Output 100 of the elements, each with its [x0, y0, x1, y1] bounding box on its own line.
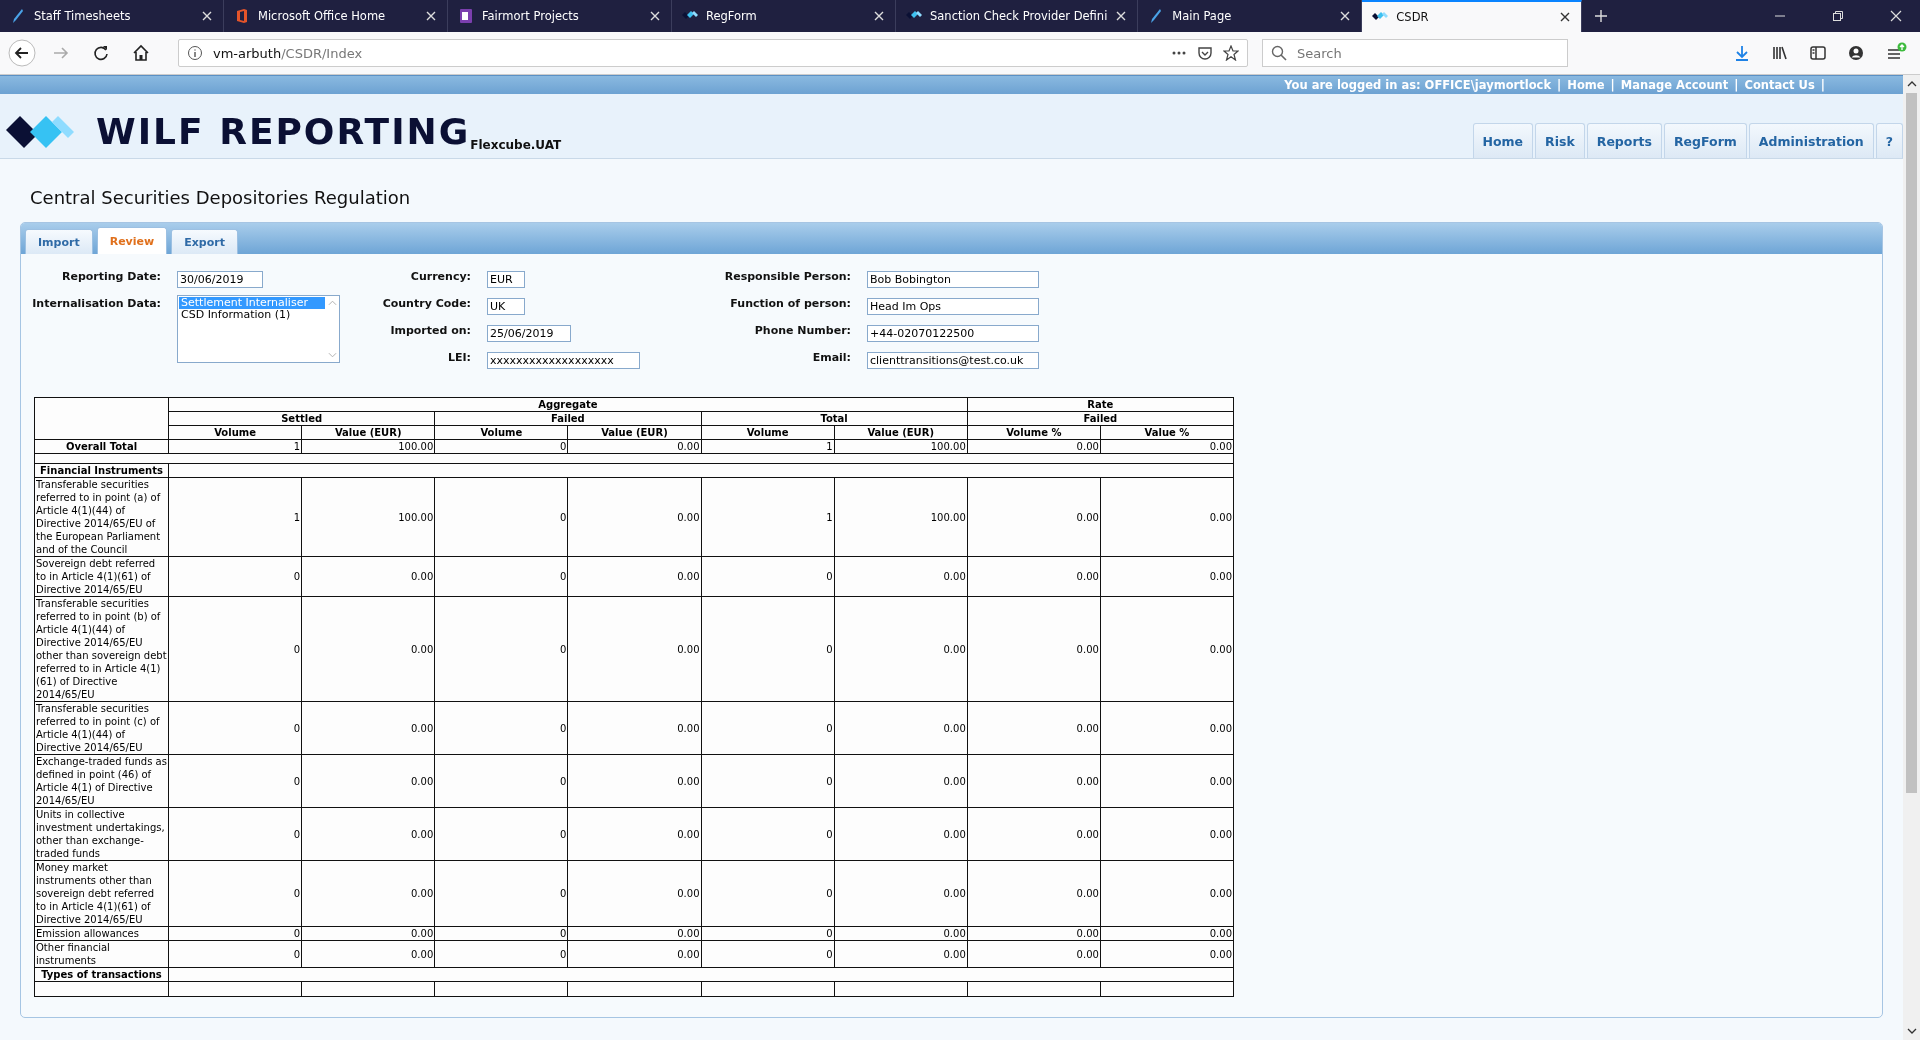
- home-icon[interactable]: [131, 43, 151, 63]
- row-label: Sovereign debt referred to in Article 4(1)(61) of Directive 2014/65/EU: [34, 556, 169, 597]
- nav-tab[interactable]: Reports: [1586, 123, 1662, 158]
- field-label: Phone Number:: [753, 323, 851, 339]
- subgroup-header: Settled: [168, 411, 435, 426]
- table-cell: 0: [701, 556, 835, 597]
- field-label: Country Code:: [381, 296, 471, 312]
- nav-tab[interactable]: Risk: [1535, 123, 1585, 158]
- library-icon[interactable]: [1771, 44, 1789, 62]
- address-bar[interactable]: vm-arbuth/CSDR/Index: [178, 39, 1248, 67]
- field-label: Email:: [811, 350, 851, 366]
- table-cell: 0.00: [301, 596, 435, 702]
- tab-title: RegForm: [706, 9, 758, 23]
- field-label: Currency:: [409, 269, 471, 285]
- table-cell: 0.00: [301, 860, 435, 927]
- table-cell: 0.00: [567, 556, 701, 597]
- column-header: Value (EUR): [834, 425, 968, 440]
- table-cell: 0: [701, 860, 835, 927]
- scrollbar[interactable]: [1903, 75, 1920, 1040]
- close-icon[interactable]: [1559, 11, 1572, 23]
- input-field[interactable]: 25/06/2019: [487, 325, 571, 342]
- input-field[interactable]: Head Im Ops: [867, 298, 1039, 315]
- table-cell: 0: [701, 807, 835, 861]
- nav-tab[interactable]: Home: [1472, 123, 1534, 158]
- input-field[interactable]: +44-02070122500: [867, 325, 1039, 342]
- search-icon: [1271, 45, 1287, 61]
- table-cell: 0.00: [834, 701, 968, 755]
- office-icon: [234, 8, 250, 24]
- field-label: Responsible Person:: [723, 269, 851, 285]
- table-cell: 0.00: [967, 860, 1101, 927]
- scroll-down-icon[interactable]: [1906, 1028, 1917, 1034]
- browser-tab[interactable]: CSDR: [1362, 0, 1583, 32]
- back-icon[interactable]: [8, 39, 36, 67]
- table-cell: 0.00: [301, 556, 435, 597]
- nav-tab[interactable]: ?: [1875, 123, 1903, 158]
- tab-title: Fairmort Projects: [482, 9, 580, 23]
- table-cell: 0: [168, 860, 302, 927]
- sidebar-icon[interactable]: [1809, 44, 1827, 62]
- nav-tab[interactable]: RegForm: [1663, 123, 1747, 158]
- table-cell: 0.00: [567, 596, 701, 702]
- input-field[interactable]: clienttransitions@test.co.uk: [867, 352, 1039, 369]
- table-cell: 0: [434, 807, 568, 861]
- table-cell: 0.00: [1100, 439, 1234, 454]
- table-cell: 0.00: [967, 477, 1101, 557]
- download-icon[interactable]: [1733, 44, 1751, 62]
- pocket-icon[interactable]: [1197, 45, 1213, 61]
- nav-tab[interactable]: Administration: [1748, 123, 1874, 158]
- table-cell: 100.00: [301, 439, 435, 454]
- tab[interactable]: Export: [171, 229, 238, 254]
- table-cell: 0: [701, 701, 835, 755]
- subgroup-header: Failed: [434, 411, 701, 426]
- table-cell: 0.00: [567, 940, 701, 968]
- separator-text: |: [1610, 78, 1615, 92]
- info-icon[interactable]: [187, 45, 203, 61]
- table-cell: 0.00: [567, 439, 701, 454]
- star-icon[interactable]: [1223, 45, 1239, 61]
- list-box[interactable]: Settlement Internaliser CSD Information (1): [177, 295, 340, 363]
- search-field[interactable]: Search: [1295, 44, 1559, 62]
- table-cell: 0: [168, 754, 302, 808]
- table-cell: 0: [434, 926, 568, 941]
- table-cell: 100.00: [301, 477, 435, 557]
- tab[interactable]: Import: [25, 229, 93, 254]
- table-cell: 1: [701, 477, 835, 557]
- input-field[interactable]: EUR: [487, 271, 525, 288]
- table-cell: 0.00: [1100, 556, 1234, 597]
- restore-icon[interactable]: [1832, 10, 1844, 22]
- table-cell: 0.00: [967, 940, 1101, 968]
- table-cell: 0.00: [1100, 596, 1234, 702]
- field-label: Imported on:: [389, 323, 471, 339]
- table-cell: 0.00: [967, 439, 1101, 454]
- row-label: Transferable securities referred to in point (a) of Article 4(1)(44) of Directive 2014/65/EU of the European Parliament and of the Council: [34, 477, 169, 557]
- table-cell: 0.00: [567, 807, 701, 861]
- column-header: Volume %: [967, 425, 1101, 440]
- input-field[interactable]: Bob Bobington: [867, 271, 1039, 288]
- input-field[interactable]: xxxxxxxxxxxxxxxxxxx: [487, 352, 640, 369]
- table-cell: 0.00: [834, 556, 968, 597]
- search-bar[interactable]: Search: [1262, 39, 1568, 67]
- table-cell: 0.00: [301, 754, 435, 808]
- tab-title: Sanction Check Provider Defini: [930, 9, 1108, 23]
- separator-text: |: [1734, 78, 1739, 92]
- input-field[interactable]: 30/06/2019: [177, 271, 263, 288]
- row-label: Emission allowances: [34, 926, 169, 941]
- row-label: Units in collective investment undertakings, other than exchange-traded funds: [34, 807, 169, 861]
- list-option[interactable]: CSD Information (1): [179, 309, 325, 321]
- row-label: Transferable securities referred to in point (c) of Article 4(1)(44) of Directive 2014/65/EU: [34, 701, 169, 755]
- table-cell: 0.00: [1100, 807, 1234, 861]
- reload-icon[interactable]: [91, 43, 111, 63]
- table-cell: 0.00: [834, 596, 968, 702]
- input-field[interactable]: UK: [487, 298, 525, 315]
- table-cell: 0.00: [1100, 860, 1234, 927]
- scroll-up-icon[interactable]: [1906, 81, 1917, 87]
- row-label: Exchange-traded funds as defined in point (46) of Article 4(1) of Directive 2014/65/EU: [34, 754, 169, 808]
- table-cell: 0: [434, 701, 568, 755]
- table-cell: 0.00: [567, 754, 701, 808]
- table-cell: 0: [168, 556, 302, 597]
- account-icon[interactable]: [1847, 44, 1865, 62]
- new-tab-icon[interactable]: [1594, 9, 1609, 23]
- tab-title: CSDR: [1396, 10, 1430, 24]
- group-header: Rate: [967, 397, 1234, 412]
- table-cell: 0: [434, 556, 568, 597]
